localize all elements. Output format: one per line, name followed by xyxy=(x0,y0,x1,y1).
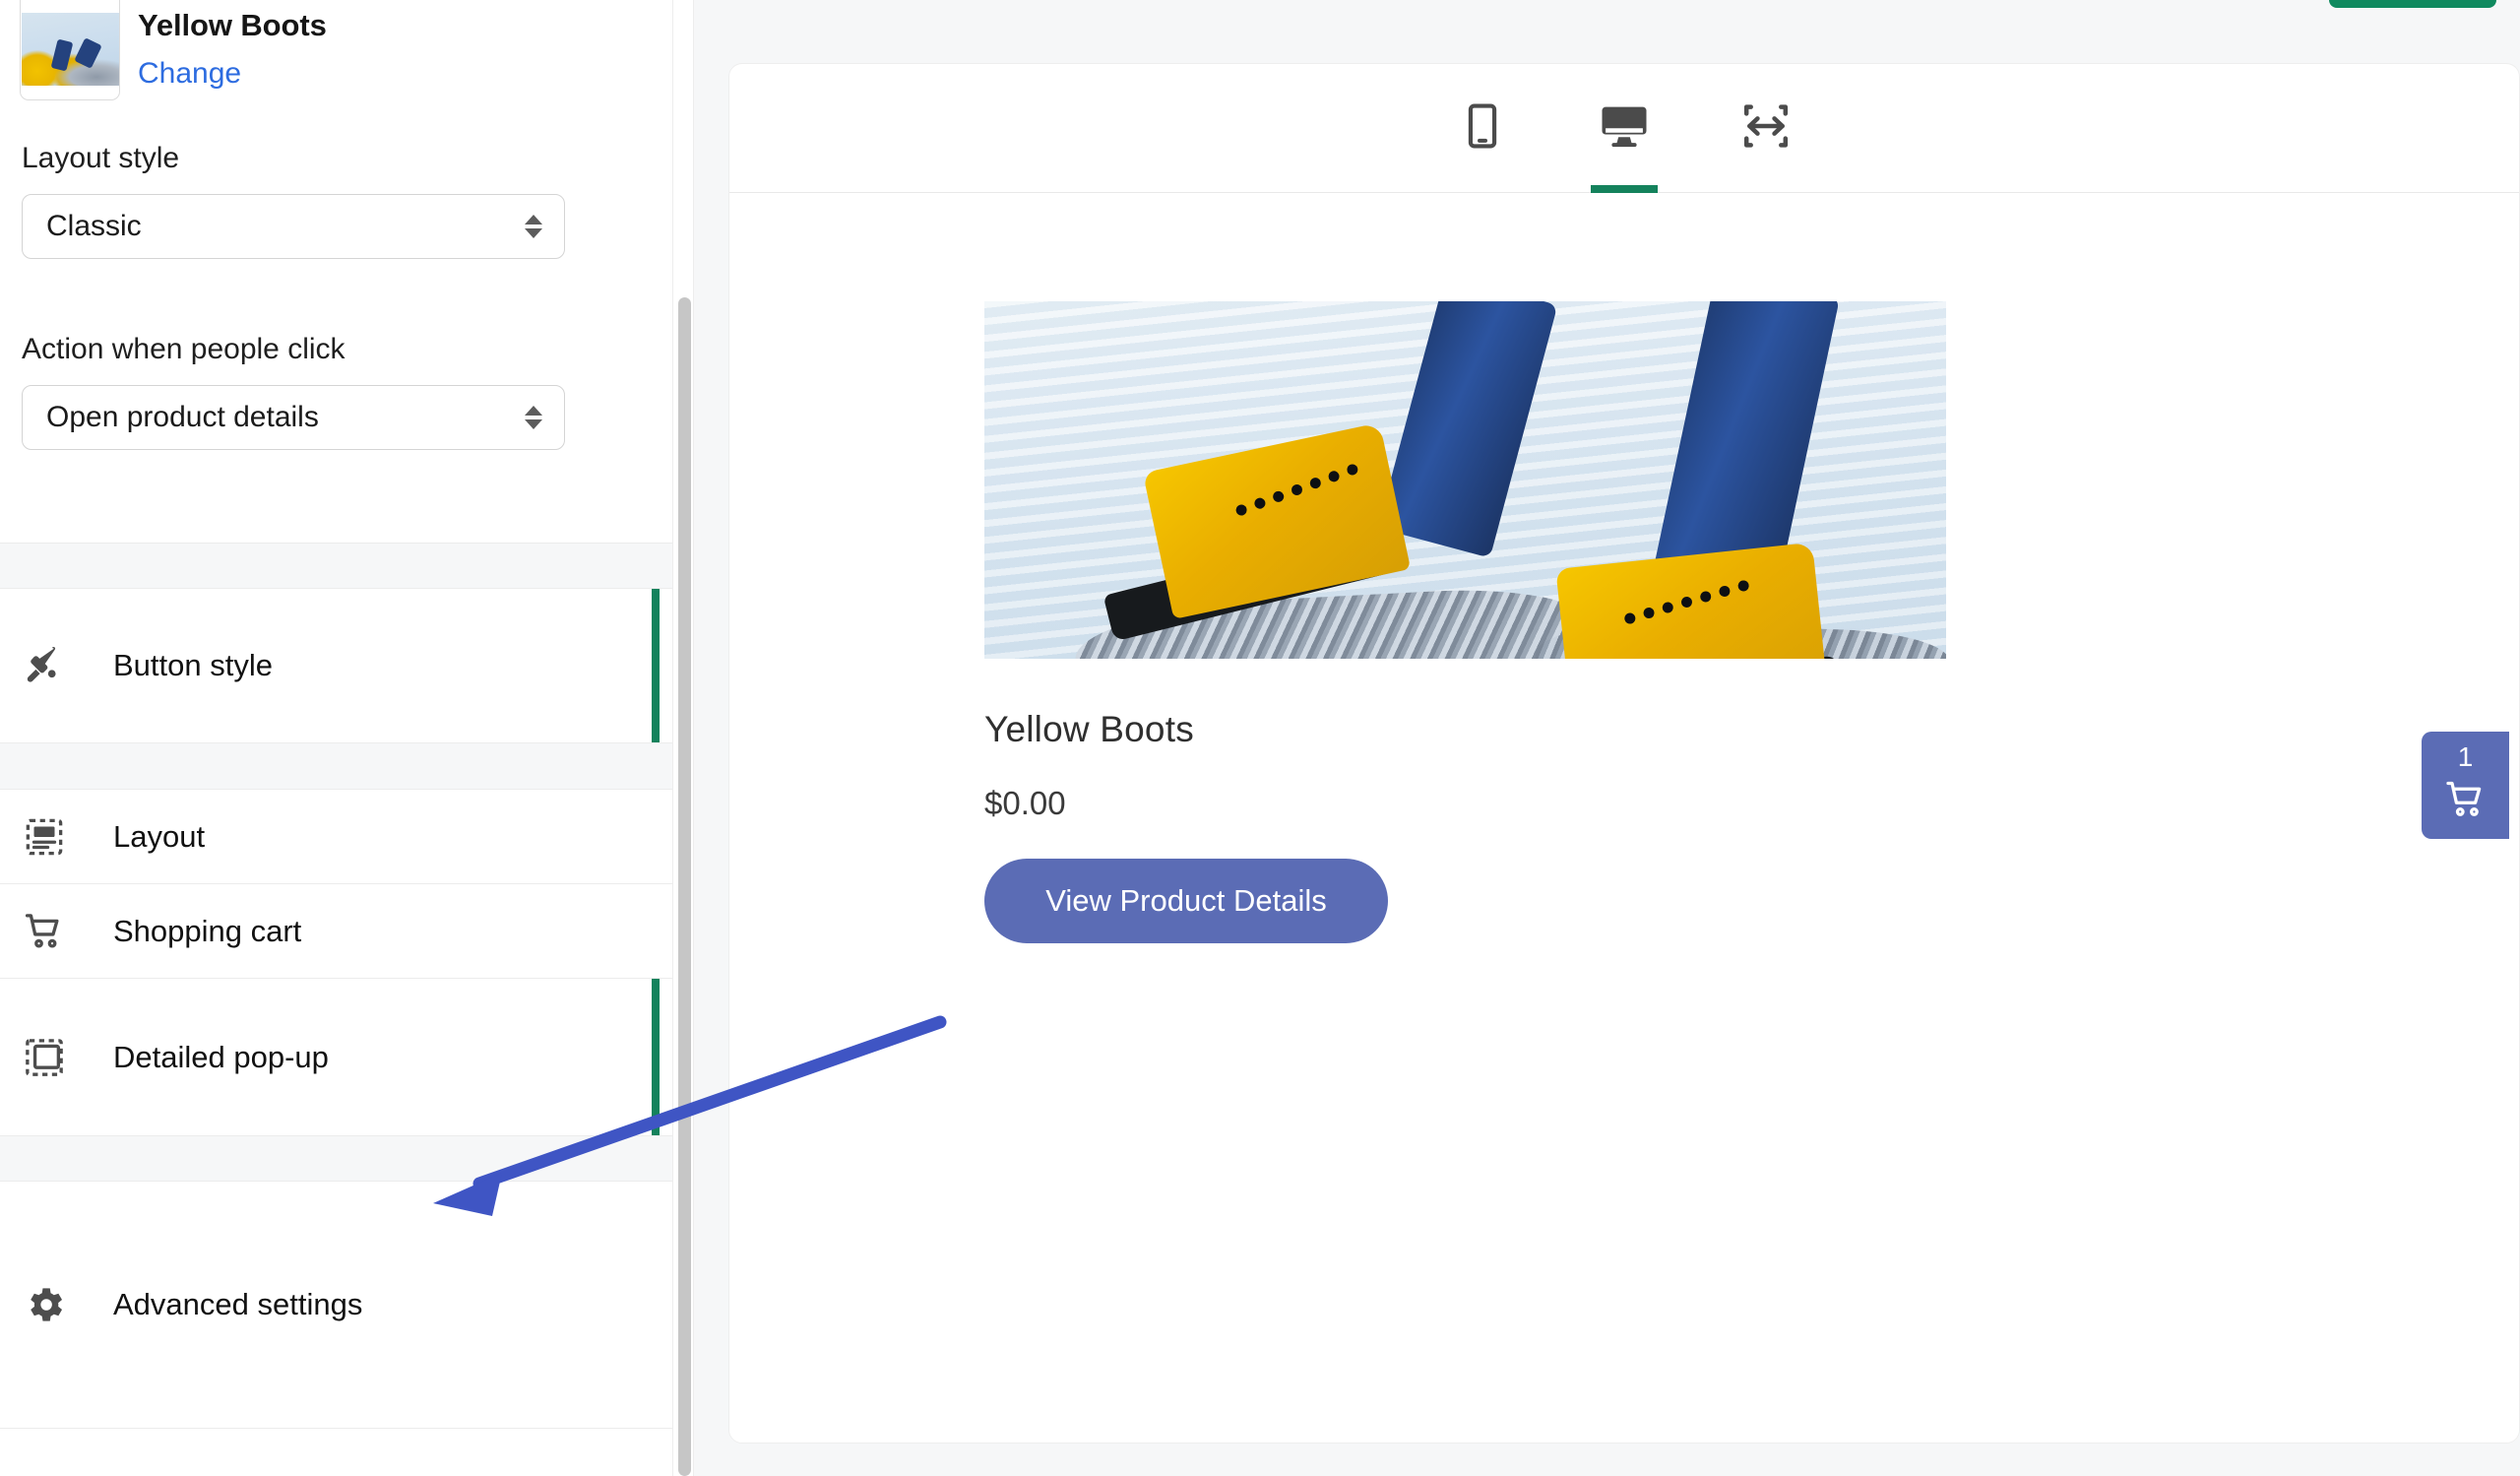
shopping-cart-icon xyxy=(22,909,67,954)
tab-full-width-preview[interactable] xyxy=(1721,64,1811,193)
layout-style-select[interactable]: Classic xyxy=(22,194,565,259)
select-stepper-icon xyxy=(525,406,542,429)
product-thumbnail[interactable] xyxy=(20,0,120,100)
tab-mobile-preview[interactable] xyxy=(1437,64,1528,193)
sidebar-item-advanced-settings[interactable]: Advanced settings xyxy=(0,1182,672,1428)
sidebar-scrollbar-thumb[interactable] xyxy=(678,297,691,1476)
green-action-pill-icon[interactable] xyxy=(2329,0,2496,8)
tab-desktop-preview[interactable] xyxy=(1579,64,1670,193)
section-separator xyxy=(0,742,672,790)
section-separator xyxy=(0,1135,672,1182)
selected-product-header: Yellow Boots Change xyxy=(0,0,672,133)
view-product-details-button[interactable]: View Product Details xyxy=(984,859,1388,943)
section-separator xyxy=(0,543,672,589)
sidebar-item-button-style[interactable]: Button style xyxy=(0,589,672,742)
click-action-field: Action when people click Open product de… xyxy=(0,335,672,450)
sidebar-item-label: Shopping cart xyxy=(113,913,302,948)
settings-sidebar: Yellow Boots Change Layout style Classic… xyxy=(0,0,672,1476)
popup-frame-icon xyxy=(22,1035,67,1080)
thumb-jean-left xyxy=(50,38,74,72)
layout-style-label: Layout style xyxy=(22,142,180,174)
full-width-arrows-icon xyxy=(1739,99,1793,158)
paint-brush-icon xyxy=(22,643,67,688)
select-stepper-icon xyxy=(525,215,542,238)
preview-card: Yellow Boots $0.00 View Product Details xyxy=(728,63,2520,1444)
click-action-select[interactable]: Open product details xyxy=(22,385,565,450)
storefront-preview: Yellow Boots $0.00 View Product Details xyxy=(729,193,2519,1443)
preview-product-name: Yellow Boots xyxy=(984,709,1194,749)
preview-product-price: $0.00 xyxy=(984,785,1066,821)
gear-icon xyxy=(22,1282,67,1327)
app-root: Yellow Boots Change Layout style Classic… xyxy=(0,0,2520,1476)
sidebar-item-label: Layout xyxy=(113,818,206,854)
preview-pane: Yellow Boots $0.00 View Product Details xyxy=(695,0,2520,1476)
change-product-link[interactable]: Change xyxy=(138,57,241,91)
sidebar-item-label: Detailed pop-up xyxy=(113,1039,329,1074)
layout-style-value: Classic xyxy=(46,210,142,242)
sidebar-item-layout[interactable]: Layout xyxy=(0,790,672,883)
product-title: Yellow Boots xyxy=(138,8,327,42)
desktop-monitor-icon xyxy=(1598,99,1651,158)
cart-tab[interactable]: 1 xyxy=(2422,732,2509,839)
active-tab-underline xyxy=(1591,184,1658,193)
sidebar-item-detailed-popup[interactable]: Detailed pop-up xyxy=(0,979,672,1135)
click-action-value: Open product details xyxy=(46,401,319,433)
layout-style-field: Layout style Classic xyxy=(0,144,672,259)
layout-frame-icon xyxy=(22,814,67,860)
row-divider xyxy=(0,1428,672,1429)
yellow-boots-photo-icon[interactable] xyxy=(984,301,1946,659)
mobile-phone-icon xyxy=(1458,101,1507,156)
sidebar-item-label: Button style xyxy=(113,648,273,682)
shopping-cart-icon xyxy=(2443,777,2488,827)
product-thumbnail-yellow-boots-icon xyxy=(22,13,119,86)
cart-count-badge: 1 xyxy=(2457,741,2474,772)
sidebar-item-shopping-cart[interactable]: Shopping cart xyxy=(0,884,672,978)
active-section-accent-bar xyxy=(652,589,660,742)
click-action-label: Action when people click xyxy=(22,333,346,365)
thumb-jean-right xyxy=(74,37,102,69)
device-preview-toolbar xyxy=(729,64,2519,193)
active-section-accent-bar xyxy=(652,979,660,1135)
sidebar-item-label: Advanced settings xyxy=(113,1287,363,1321)
